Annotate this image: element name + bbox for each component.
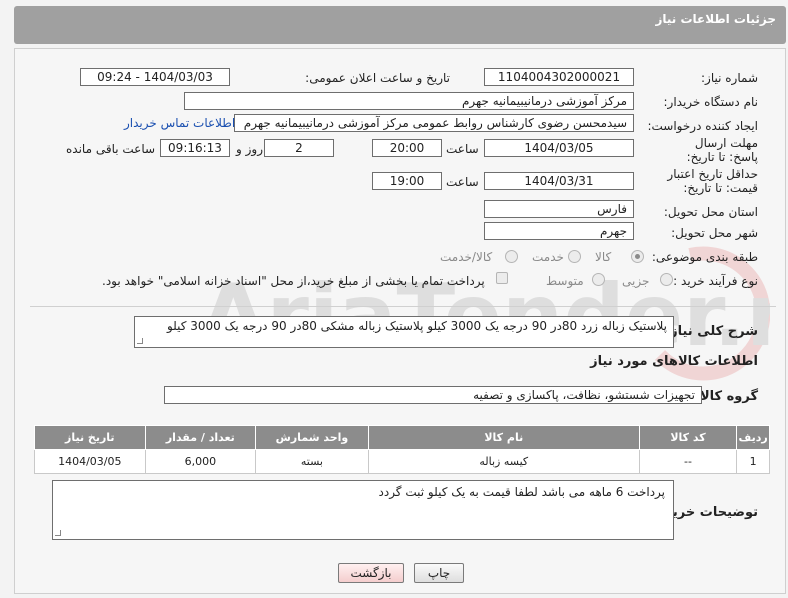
buyer-notes-resize-handle[interactable] [55, 530, 61, 536]
deadline-date-field: 1404/03/05 [484, 139, 634, 157]
need-number-label: شماره نیاز: [701, 71, 758, 85]
process-option-medium: متوسط [546, 274, 584, 288]
price-validity-date-field: 1404/03/31 [484, 172, 634, 190]
buyer-org-label: نام دستگاه خریدار: [663, 95, 759, 109]
category-radio-goods[interactable] [631, 250, 644, 263]
description-text: پلاستیک زباله زرد 80در 90 درجه یک 3000 ک… [166, 319, 667, 333]
cell-qty: 6,000 [144, 449, 257, 474]
deadline-label: مهلت ارسال پاسخ: تا تاریخ: [686, 136, 758, 164]
treasury-note: پرداخت تمام یا بخشی از مبلغ خرید،از محل … [102, 274, 485, 288]
buyer-notes-field: پرداخت 6 ماهه می باشد لطفا قیمت به یک کی… [52, 480, 674, 540]
process-radio-medium[interactable] [592, 273, 605, 286]
description-field: پلاستیک زباله زرد 80در 90 درجه یک 3000 ک… [134, 316, 674, 348]
remaining-time-field: 09:16:13 [160, 139, 230, 157]
goods-info-title: اطلاعات کالاهای مورد نیاز [590, 354, 758, 369]
table-row[interactable]: 1 -- کیسه زباله بسته 6,000 1404/03/05 [34, 449, 770, 474]
creator-field: سیدمحسن رضوی کارشناس روابط عمومی مرکز آم… [234, 114, 634, 132]
print-button[interactable]: چاپ [414, 563, 464, 583]
announce-field: 1404/03/03 - 09:24 [80, 68, 230, 86]
price-validity-label: حداقل تاریخ اعتبار قیمت: تا تاریخ: [667, 167, 758, 195]
goods-group-field: تجهیزات شستشو، نظافت، پاکسازی و تصفیه [164, 386, 702, 404]
deadline-time-label: ساعت [446, 142, 479, 156]
days-field: 2 [264, 139, 334, 157]
remaining-label: ساعت باقی مانده [66, 142, 156, 156]
announce-label: تاریخ و ساعت اعلان عمومی: [305, 71, 450, 85]
col-row-header: ردیف [736, 425, 770, 450]
process-label: نوع فرآیند خرید : [673, 274, 758, 288]
deadline-time-field: 20:00 [372, 139, 442, 157]
category-option-service: خدمت [532, 250, 564, 264]
cell-unit: بسته [255, 449, 369, 474]
category-option-goods: کالا [595, 250, 612, 264]
back-button[interactable]: بازگشت [338, 563, 404, 583]
category-option-goods-service: کالا/خدمت [440, 250, 493, 264]
goods-table: ردیف کد کالا نام کالا واحد شمارش تعداد /… [34, 425, 770, 474]
city-field: جهرم [484, 222, 634, 240]
treasury-checkbox[interactable] [496, 272, 508, 284]
days-label: روز و [236, 142, 263, 156]
price-validity-time-field: 19:00 [372, 172, 442, 190]
section-divider [30, 306, 776, 307]
col-qty-header: تعداد / مقدار [144, 425, 257, 450]
city-label: شهر محل تحویل: [671, 226, 758, 240]
goods-group-label: گروه کالا: [694, 389, 758, 404]
buyer-org-field: مرکز آموزشی درمانیبیمانیه جهرم [184, 92, 634, 110]
price-validity-time-label: ساعت [446, 175, 479, 189]
description-label: شرح کلی نیاز: [664, 324, 758, 339]
cell-date: 1404/03/05 [34, 449, 146, 474]
process-option-minor: جزیی [622, 274, 650, 288]
category-radio-goods-service[interactable] [505, 250, 518, 263]
province-field: فارس [484, 200, 634, 218]
process-radio-minor[interactable] [660, 273, 673, 286]
col-code-header: کد کالا [638, 425, 738, 450]
resize-handle[interactable] [137, 338, 143, 344]
buyer-contact-link[interactable]: اطلاعات تماس خریدار [124, 116, 235, 130]
cell-row: 1 [736, 449, 770, 474]
category-label: طبقه بندی موضوعی: [651, 250, 758, 264]
cell-name: کیسه زباله [367, 449, 640, 474]
province-label: استان محل تحویل: [663, 205, 758, 219]
category-radio-service[interactable] [568, 250, 581, 263]
col-name-header: نام کالا [367, 425, 640, 450]
table-header-row: ردیف کد کالا نام کالا واحد شمارش تعداد /… [34, 425, 770, 450]
page-title: جزئیات اطلاعات نیاز [655, 12, 776, 26]
creator-label: ایجاد کننده درخواست: [647, 119, 758, 133]
need-number-field: 1104004302000021 [484, 68, 634, 86]
buyer-notes-text: پرداخت 6 ماهه می باشد لطفا قیمت به یک کی… [378, 485, 666, 499]
cell-code: -- [638, 449, 738, 474]
col-date-header: تاریخ نیاز [34, 425, 146, 450]
col-unit-header: واحد شمارش [255, 425, 369, 450]
